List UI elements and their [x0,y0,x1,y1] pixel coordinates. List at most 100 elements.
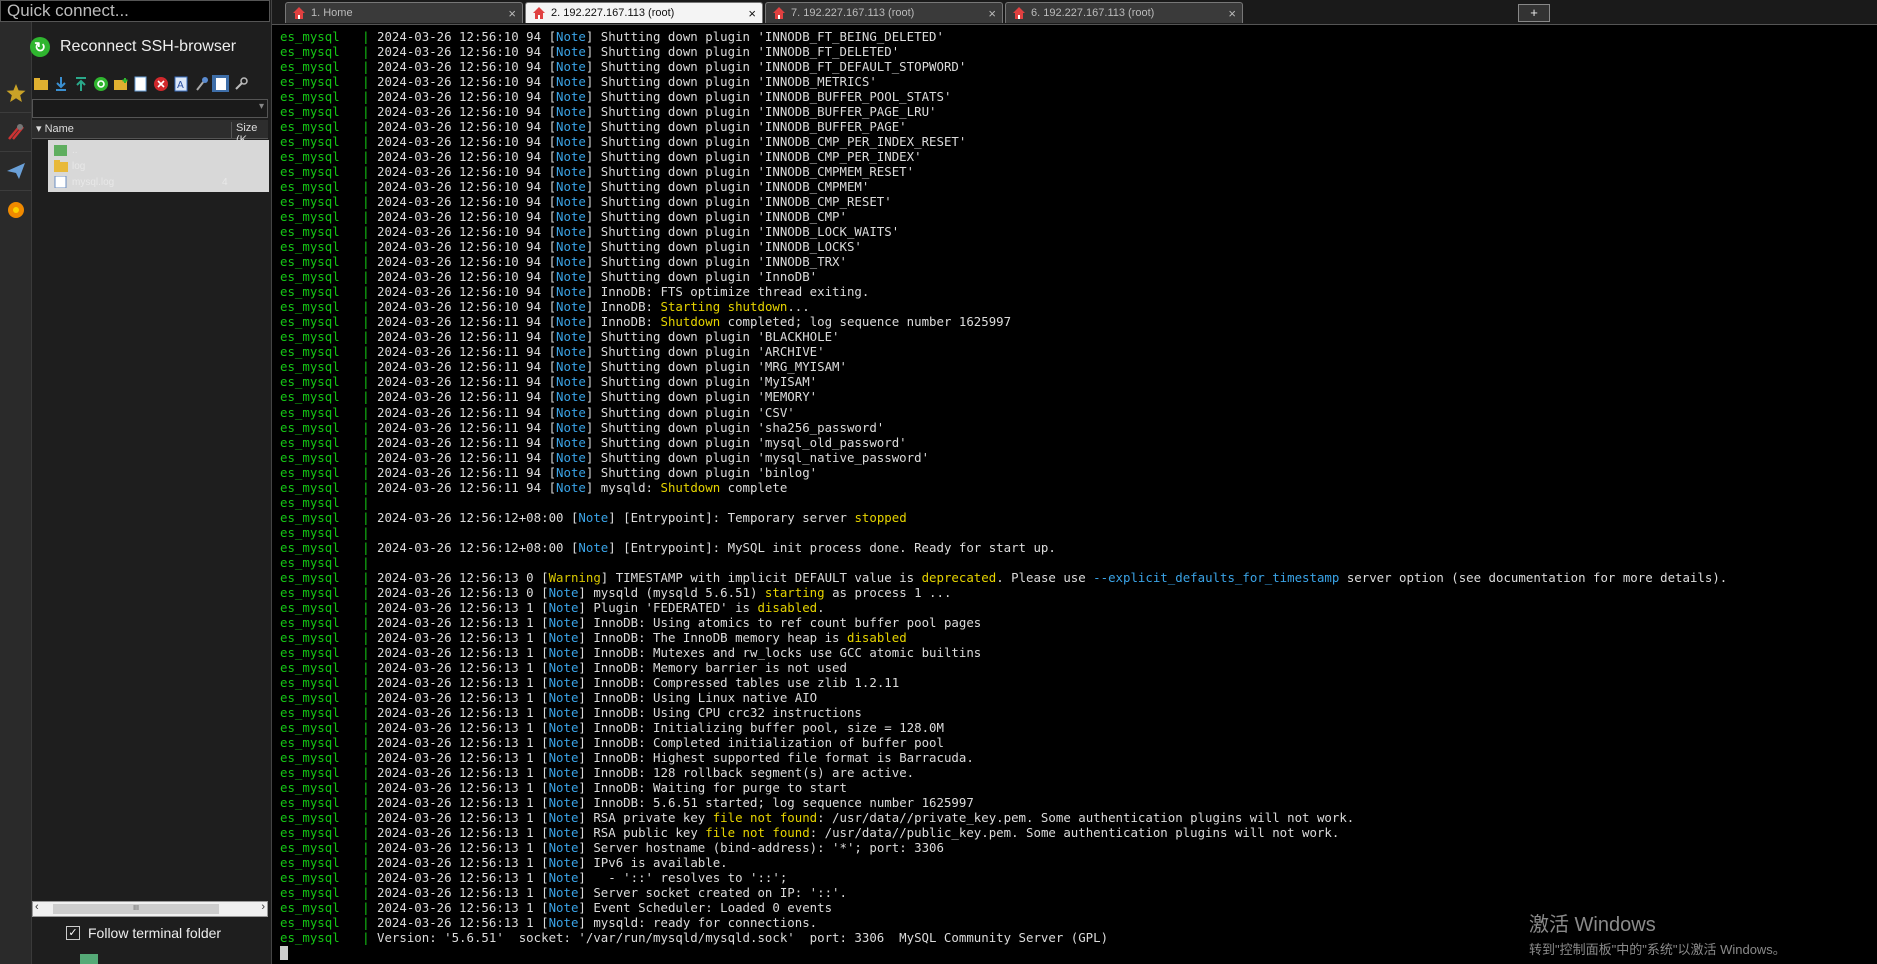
reconnect-label: Reconnect SSH-browser [60,38,237,55]
terminal-output[interactable]: es_mysql | 2024-03-26 12:56:10 94 [Note]… [272,27,1877,964]
send-icon[interactable] [0,152,31,191]
tab-bar: 1. Home × 2. 192.227.167.113 (root) × 7.… [272,0,1877,25]
terminal-line: es_mysql | 2024-03-26 12:56:11 94 [Note]… [280,329,840,345]
download-icon[interactable] [52,75,69,92]
file-table-header: ▾ Name Size (K [32,120,268,146]
file-name: log [72,160,86,172]
terminal-line: es_mysql | 2024-03-26 12:56:13 0 [Note] … [280,584,952,600]
tab-label: 7. 192.227.167.113 (root) [791,7,915,19]
terminal-line: es_mysql | 2024-03-26 12:56:12+08:00 [No… [280,509,907,525]
home-icon [533,7,545,19]
watermark-title: 激活 Windows [1529,914,1656,936]
watermark-subtitle: 转到"控制面板"中的"系统"以激活 Windows。 [1529,942,1786,957]
terminal-line: es_mysql | 2024-03-26 12:56:10 94 [Note]… [280,44,900,60]
refresh-icon[interactable] [92,75,109,92]
properties-icon[interactable] [192,75,209,92]
tab-label: 6. 192.227.167.113 (root) [1031,7,1155,19]
column-name[interactable]: ▾ Name [36,122,74,135]
terminal-line: es_mysql | 2024-03-26 12:56:13 1 [Note] … [280,734,944,750]
rename-icon[interactable]: A [172,75,189,92]
new-tab-button[interactable]: + [1518,4,1550,22]
remote-monitoring-icon[interactable] [80,954,98,964]
list-item[interactable]: .. [54,142,78,158]
tab-session-6[interactable]: 6. 192.227.167.113 (root) × [1005,2,1243,23]
terminal-line: es_mysql | 2024-03-26 12:56:11 94 [Note]… [280,344,825,360]
svg-text:A: A [177,80,184,91]
home-icon [293,7,305,19]
terminal-line: es_mysql | 2024-03-26 12:56:13 1 [Note] … [280,659,847,675]
file-list: .. log mysql.log 4 [48,140,269,192]
terminal-line: es_mysql | 2024-03-26 12:56:10 94 [Note]… [280,299,810,315]
path-dropdown[interactable]: ▾ [32,99,268,118]
terminal-line: es_mysql | 2024-03-26 12:56:10 94 [Note]… [280,179,870,195]
list-item[interactable]: mysql.log 4 [54,174,228,190]
follow-label: Follow terminal folder [88,925,222,941]
windows-activation-watermark: 激活 Windows 转到"控制面板"中的"系统"以激活 Windows。 [1529,908,1786,958]
new-folder-icon[interactable] [112,75,129,92]
parent-folder-icon [54,145,67,156]
terminal-line: es_mysql | [280,494,370,510]
terminal-line: es_mysql | [280,554,370,570]
new-file-icon[interactable] [132,75,149,92]
tab-home[interactable]: 1. Home × [285,2,523,23]
terminal-line: es_mysql | 2024-03-26 12:56:13 1 [Note] … [280,915,818,931]
terminal-line: es_mysql | 2024-03-26 12:56:13 1 [Note] … [280,825,1340,841]
terminal-line: es_mysql | 2024-03-26 12:56:10 94 [Note]… [280,89,952,105]
home-icon [773,7,785,19]
reconnect-button[interactable]: ↻ Reconnect SSH-browser [30,33,236,61]
sftp-toolbar: A [32,75,249,97]
terminal-line: es_mysql | 2024-03-26 12:56:13 1 [Note] … [280,870,788,886]
scroll-left-icon[interactable]: ‹ [35,901,39,913]
terminal-line: es_mysql | 2024-03-26 12:56:11 94 [Note]… [280,419,885,435]
terminal-line: es_mysql | 2024-03-26 12:56:13 1 [Note] … [280,644,982,660]
terminal-line: es_mysql | 2024-03-26 12:56:10 94 [Note]… [280,239,862,255]
column-size[interactable]: Size (K [231,122,268,146]
terminal-line: es_mysql | 2024-03-26 12:56:11 94 [Note]… [280,479,788,495]
macro-icon[interactable] [0,191,31,229]
follow-terminal-folder-checkbox[interactable]: ✓ Follow terminal folder [66,925,221,941]
close-icon[interactable]: × [748,6,756,21]
terminal-line: es_mysql | 2024-03-26 12:56:13 1 [Note] … [280,780,847,795]
terminal-line: es_mysql | 2024-03-26 12:56:11 94 [Note]… [280,359,847,375]
list-item[interactable]: log [54,158,85,174]
key-icon[interactable] [232,75,249,92]
close-icon[interactable]: × [508,6,516,21]
terminal-line: es_mysql | 2024-03-26 12:56:11 94 [Note]… [280,404,795,420]
terminal-line: es_mysql | 2024-03-26 12:56:13 1 [Note] … [280,810,1355,826]
file-name: mysql.log [72,176,115,188]
favorites-star-icon[interactable] [0,74,31,113]
terminal-line: es_mysql | Version: '5.6.51' socket: '/v… [280,930,1109,946]
tab-label: 1. Home [311,7,353,19]
close-icon[interactable]: × [988,6,996,21]
terminal-line: es_mysql | 2024-03-26 12:56:11 94 [Note]… [280,374,818,390]
close-icon[interactable]: × [1228,6,1236,21]
tab-session-2[interactable]: 2. 192.227.167.113 (root) × [525,2,763,23]
terminal-line: es_mysql | 2024-03-26 12:56:10 94 [Note]… [280,119,907,135]
terminal-line: es_mysql | 2024-03-26 12:56:10 94 [Note]… [280,269,818,285]
terminal-line: es_mysql | 2024-03-26 12:56:11 94 [Note]… [280,434,907,450]
terminal-line: es_mysql | 2024-03-26 12:56:10 94 [Note]… [280,224,900,240]
tools-icon[interactable] [0,113,31,152]
file-icon [54,176,67,188]
scroll-right-icon[interactable]: › [261,901,265,913]
open-folder-icon[interactable] [32,75,49,92]
horizontal-scrollbar[interactable]: ‹ III › [32,901,268,917]
tab-session-7[interactable]: 7. 192.227.167.113 (root) × [765,2,1003,23]
terminal-line: es_mysql | 2024-03-26 12:56:12+08:00 [No… [280,539,1056,555]
folder-icon [54,160,68,172]
scroll-thumb[interactable]: III [53,904,219,914]
terminal-line: es_mysql | 2024-03-26 12:56:11 94 [Note]… [280,464,818,480]
terminal-line: es_mysql | 2024-03-26 12:56:13 1 [Note] … [280,689,818,705]
quick-connect-input[interactable]: Quick connect... [0,0,270,22]
delete-icon[interactable] [152,75,169,92]
terminal-line: es_mysql | 2024-03-26 12:56:11 94 [Note]… [280,389,818,405]
view-toggle-icon[interactable] [212,75,229,92]
terminal-line: es_mysql | 2024-03-26 12:56:10 94 [Note]… [280,209,847,225]
terminal-line: es_mysql | 2024-03-26 12:56:13 0 [Warnin… [280,569,1728,585]
upload-icon[interactable] [72,75,89,92]
terminal-line: es_mysql | 2024-03-26 12:56:10 94 [Note]… [280,194,892,210]
terminal-line: es_mysql | 2024-03-26 12:56:13 1 [Note] … [280,599,825,615]
terminal-line: es_mysql | 2024-03-26 12:56:10 94 [Note]… [280,254,847,270]
terminal-line: es_mysql | 2024-03-26 12:56:13 1 [Note] … [280,795,974,811]
terminal-line: es_mysql | 2024-03-26 12:56:10 94 [Note]… [280,59,967,75]
